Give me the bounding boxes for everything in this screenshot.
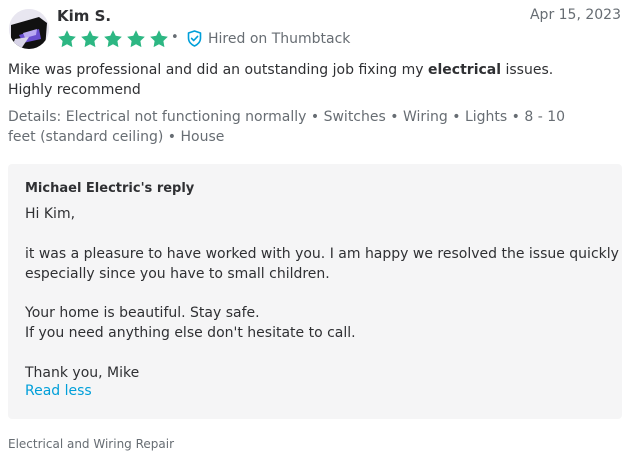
service-category: Electrical and Wiring Repair [8,437,175,451]
reply-line: Thank you, Mike [25,365,140,381]
hired-label: Hired on Thumbtack [208,30,351,47]
detail-item: Electrical not functioning normally [65,109,307,125]
business-reply: Michael Electric's reply Hi Kim, it was … [8,164,622,419]
star-icon [150,30,168,48]
detail-separator: • [511,109,520,125]
star-icon [58,30,76,48]
detail-separator: • [452,109,461,125]
star-icon [127,30,145,48]
reply-line: Your home is beautiful. Stay safe. [25,305,260,321]
detail-separator: • [167,129,177,145]
reply-line: it was a pleasure to have worked with yo… [25,246,619,262]
star-icon [104,30,122,48]
detail-separator: • [390,109,399,125]
details-label: Details: [8,109,62,125]
shield-check-icon [187,30,202,47]
reply-line: Hi Kim, [25,206,76,222]
review-highlight: electrical [428,62,502,78]
review-text: Mike was professional and did an outstan… [8,60,588,100]
star-icon [81,30,99,48]
avatar [9,9,49,49]
reply-line: especially since you have to small child… [25,266,330,282]
reviewer-name: Kim S. [57,7,112,25]
detail-item: House [180,129,225,145]
detail-separator: • [310,109,320,125]
detail-item: Wiring [402,109,448,125]
detail-item: Switches [323,109,386,125]
review-text-start: Mike was professional and did an outstan… [8,62,429,78]
star-rating [57,29,169,49]
avatar-image [9,9,49,49]
job-details: Details: Electrical not functioning norm… [8,107,593,147]
hired-badge: Hired on Thumbtack [187,30,350,47]
separator-dot: • [171,30,179,45]
read-less-link[interactable]: Read less [25,383,92,399]
reply-title: Michael Electric's reply [25,181,195,196]
review-date: Apr 15, 2023 [529,7,621,23]
detail-item: Lights [464,109,508,125]
reply-line: If you need anything else don't hesitate… [25,325,356,341]
